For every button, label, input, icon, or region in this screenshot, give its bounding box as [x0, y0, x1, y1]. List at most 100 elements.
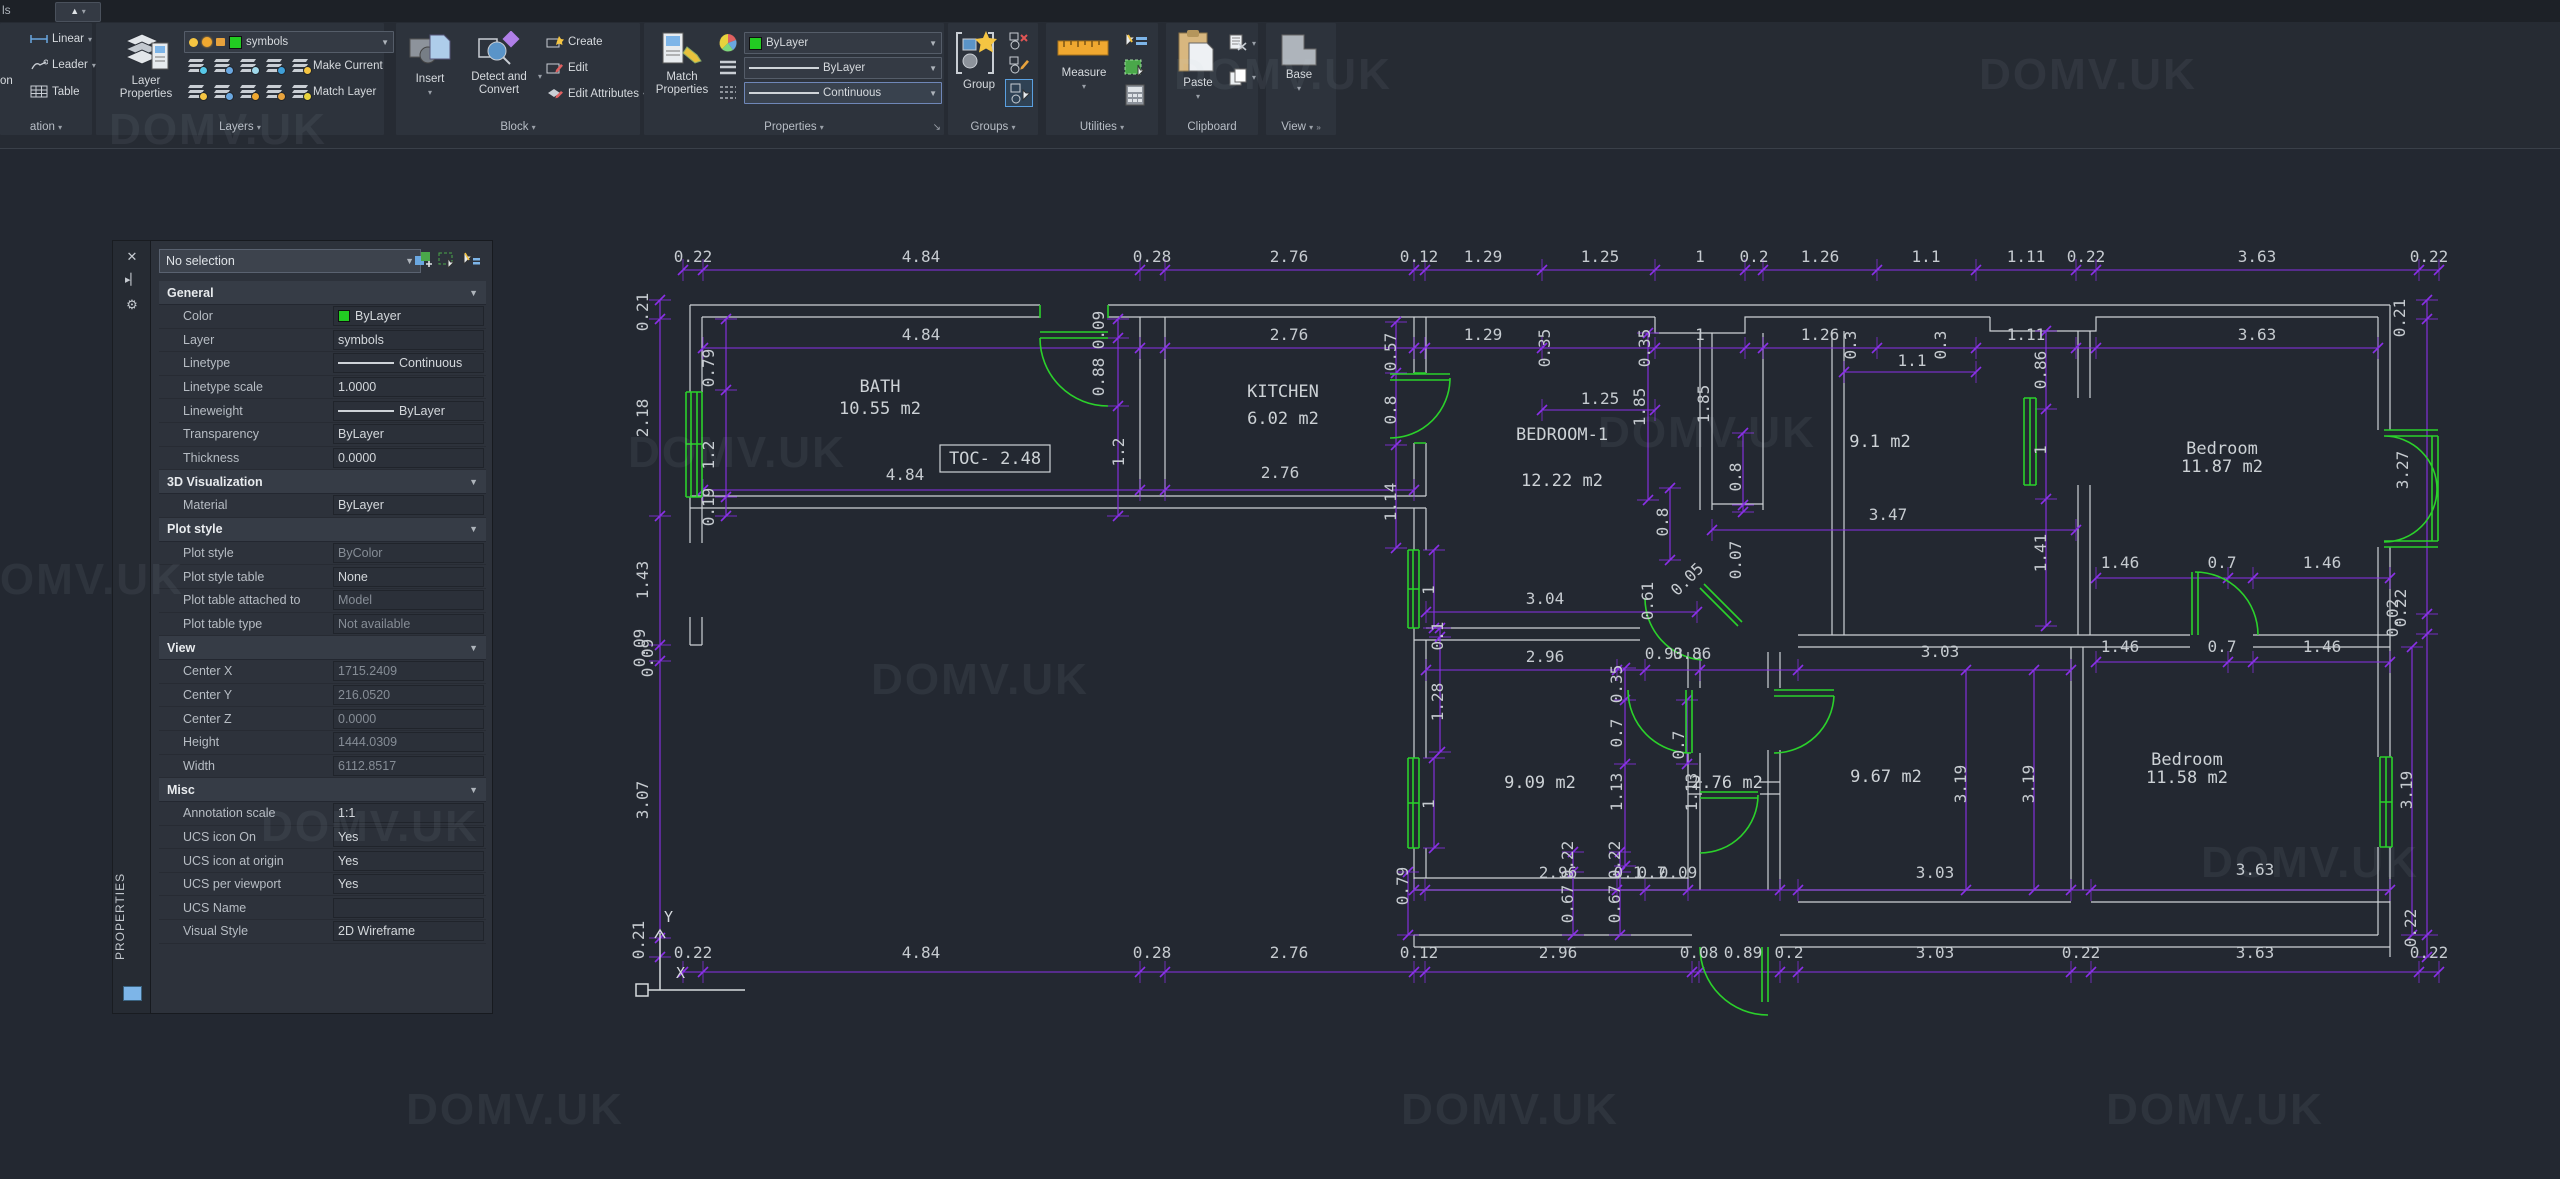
- lineweight-combo[interactable]: ByLayer▼: [744, 57, 942, 79]
- panel-label-utilities[interactable]: Utilities ▾: [1046, 121, 1158, 133]
- select-objects-icon[interactable]: [437, 250, 457, 270]
- paste-button[interactable]: Paste▾: [1172, 29, 1224, 103]
- property-value[interactable]: Model: [333, 590, 484, 610]
- layer-freeze-icon[interactable]: [240, 59, 257, 72]
- block-create-button[interactable]: Create: [546, 35, 603, 48]
- object-color-combo[interactable]: ByLayer▼: [744, 32, 942, 54]
- property-value[interactable]: Continuous: [333, 353, 484, 373]
- property-value[interactable]: ByLayer: [333, 424, 484, 444]
- linear-button[interactable]: Linear▾: [30, 33, 92, 45]
- linetype-combo[interactable]: Continuous▼: [744, 82, 942, 104]
- close-icon[interactable]: ✕: [113, 249, 151, 265]
- properties-panel-launcher-icon[interactable]: ↘: [933, 122, 941, 133]
- section-header-view[interactable]: View▼: [159, 636, 486, 660]
- property-value[interactable]: 1.0000: [333, 377, 484, 397]
- edit-attributes-button[interactable]: Edit Attributes▾: [546, 87, 647, 101]
- property-value[interactable]: Yes: [333, 827, 484, 847]
- selection-combo[interactable]: No selection▼: [159, 249, 421, 273]
- property-row: Annotation scale1:1: [159, 802, 486, 826]
- quick-select-icon[interactable]: [1122, 31, 1148, 53]
- ungroup-icon[interactable]: [1008, 31, 1030, 51]
- table-button[interactable]: Table: [30, 85, 80, 98]
- section-header-3d-visualization[interactable]: 3D Visualization▼: [159, 470, 486, 494]
- toggle-pickadd-icon[interactable]: [413, 250, 433, 270]
- section-header-plot-style[interactable]: Plot style▼: [159, 518, 486, 542]
- leader-button[interactable]: Leader▾: [30, 59, 96, 71]
- measure-button[interactable]: Measure▾: [1054, 31, 1114, 93]
- property-value[interactable]: [333, 898, 484, 918]
- panel-label-groups[interactable]: Groups ▾: [948, 121, 1038, 133]
- tab-fragment[interactable]: ls: [2, 3, 11, 17]
- property-value[interactable]: ByLayer: [333, 495, 484, 515]
- property-value[interactable]: symbols: [333, 330, 484, 350]
- gear-icon[interactable]: ⚙: [113, 297, 151, 313]
- linetype-icon: [718, 84, 738, 102]
- layer-unisolate-icon[interactable]: [214, 85, 231, 98]
- palette-properties-icon[interactable]: [123, 986, 142, 1001]
- base-button[interactable]: Base▾: [1276, 31, 1322, 95]
- dimension-label: 0.3: [1841, 331, 1860, 360]
- panel-label-block[interactable]: Block ▾: [396, 121, 640, 133]
- dimension-label: 1.29: [1464, 247, 1503, 266]
- property-value[interactable]: 216.0520: [333, 685, 484, 705]
- dimension-label: 0.21: [629, 921, 648, 960]
- dimension-label: 3.04: [1526, 589, 1565, 608]
- layer-off-icon[interactable]: [188, 59, 205, 72]
- linear-dim-icon: [30, 33, 48, 45]
- property-value[interactable]: 2D Wireframe: [333, 921, 484, 941]
- auto-hide-icon[interactable]: ▸▏: [113, 273, 151, 286]
- panel-label-properties[interactable]: Properties ▾: [644, 121, 944, 133]
- annotation-big-label-fragment[interactable]: on: [0, 75, 13, 87]
- panel-label-clipboard[interactable]: Clipboard: [1166, 121, 1258, 133]
- layer-lock-tool-icon[interactable]: [266, 59, 283, 72]
- property-value[interactable]: ByLayer: [333, 401, 484, 421]
- property-value[interactable]: 0.0000: [333, 709, 484, 729]
- property-value[interactable]: 0.0000: [333, 448, 484, 468]
- layer-thaw-all-icon[interactable]: [240, 85, 257, 98]
- calculator-icon[interactable]: [1124, 83, 1146, 107]
- dimension-label: 1.46: [2303, 553, 2342, 572]
- ucs-y-label: Y: [664, 908, 673, 926]
- dimension-label: 0.79: [699, 349, 718, 388]
- detect-and-convert-button[interactable]: Detect and Convert▾: [460, 31, 538, 97]
- match-layer-button[interactable]: Match Layer: [292, 85, 376, 98]
- property-value[interactable]: 1444.0309: [333, 732, 484, 752]
- copy-button[interactable]: ▾: [1228, 67, 1256, 87]
- property-value[interactable]: Yes: [333, 851, 484, 871]
- panel-label-annotation[interactable]: ation ▾: [0, 121, 92, 133]
- dimension-label: 1.25: [1581, 389, 1620, 408]
- cut-button[interactable]: ▾: [1228, 33, 1256, 53]
- panel-label-view[interactable]: View ▾ »: [1266, 121, 1336, 133]
- panel-label-layers[interactable]: Layers ▾: [96, 121, 384, 133]
- layer-on-tool-icon[interactable]: [188, 85, 205, 98]
- section-header-misc[interactable]: Misc▼: [159, 778, 486, 802]
- property-value[interactable]: 6112.8517: [333, 756, 484, 776]
- property-value[interactable]: ByColor: [333, 543, 484, 563]
- ribbon-collapse-button[interactable]: ▲ ▾: [55, 2, 101, 22]
- match-properties-button[interactable]: Match Properties: [650, 31, 714, 97]
- layer-isolate-icon[interactable]: [214, 59, 231, 72]
- layer-properties-button[interactable]: Layer Properties: [110, 29, 182, 101]
- property-value[interactable]: 1:1: [333, 803, 484, 823]
- dimension-label: 2.76: [1270, 325, 1309, 344]
- group-button[interactable]: Group: [952, 29, 1006, 92]
- window: [1408, 550, 1419, 628]
- layer-combo[interactable]: symbols ▼: [184, 31, 394, 53]
- insert-button[interactable]: Insert▾: [404, 31, 456, 99]
- dimension-label: 0.21: [2390, 299, 2409, 338]
- property-value[interactable]: ByLayer: [333, 306, 484, 326]
- group-selection-toggle-icon[interactable]: [1005, 79, 1033, 107]
- dimension-label: 0.7: [1669, 731, 1688, 760]
- property-value[interactable]: 1715.2409: [333, 661, 484, 681]
- property-value[interactable]: Not available: [333, 614, 484, 634]
- property-value[interactable]: None: [333, 567, 484, 587]
- quick-calc-icon[interactable]: [1122, 57, 1148, 79]
- section-header-general[interactable]: General▼: [159, 281, 486, 305]
- dimension-label: 1.41: [2031, 534, 2050, 573]
- group-edit-icon[interactable]: [1008, 55, 1030, 75]
- layer-unlock-icon[interactable]: [266, 85, 283, 98]
- block-edit-button[interactable]: Edit: [546, 61, 588, 74]
- make-current-button[interactable]: Make Current: [292, 59, 383, 72]
- quick-select-icon[interactable]: [461, 250, 481, 270]
- property-value[interactable]: Yes: [333, 874, 484, 894]
